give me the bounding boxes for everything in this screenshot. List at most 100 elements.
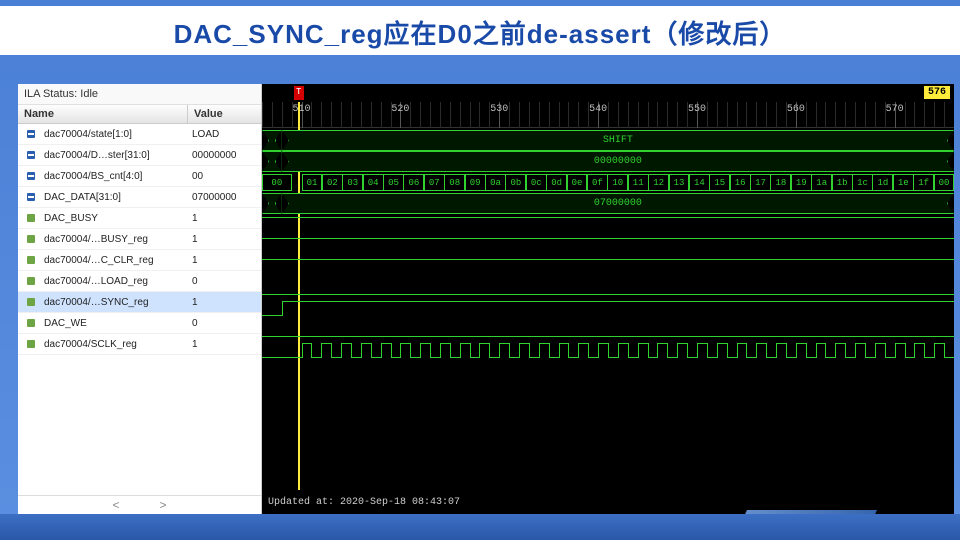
- bus-icon: [18, 151, 40, 159]
- hex-cell: 0e: [567, 174, 588, 191]
- signal-name: dac70004/BS_cnt[4:0]: [40, 171, 188, 182]
- signal-row[interactable]: dac70004/SCLK_reg 1: [18, 334, 261, 355]
- signal-value: 1: [188, 255, 261, 266]
- bus-value-label: SHIFT: [282, 130, 954, 151]
- cursor-position-badge: 576: [924, 86, 950, 99]
- ila-status: ILA Status: Idle: [18, 84, 261, 105]
- signal-value: 07000000: [188, 192, 261, 203]
- signal-name: DAC_DATA[31:0]: [40, 192, 188, 203]
- hex-cell: 00: [262, 174, 292, 191]
- signal-row[interactable]: dac70004/BS_cnt[4:0] 00: [18, 166, 261, 187]
- signal-icon: [18, 256, 40, 264]
- ila-viewer: ILA Status: Idle Name Value dac70004/sta…: [18, 84, 954, 514]
- signal-row[interactable]: dac70004/state[1:0] LOAD: [18, 124, 261, 145]
- ila-status-label: ILA Status:: [24, 88, 77, 100]
- hex-cell: 17: [750, 174, 771, 191]
- hex-cell: 0a: [485, 174, 506, 191]
- signal-name: dac70004/…LOAD_reg: [40, 276, 188, 287]
- hex-cell: 07: [424, 174, 445, 191]
- signal-value: 0: [188, 276, 261, 287]
- ruler-tick-label: 530: [490, 104, 508, 115]
- signal-name: dac70004/…C_CLR_reg: [40, 255, 188, 266]
- signal-row[interactable]: DAC_WE 0: [18, 313, 261, 334]
- signal-row[interactable]: dac70004/D…ster[31:0] 00000000: [18, 145, 261, 166]
- waveform-row[interactable]: 07000000: [262, 193, 954, 214]
- hex-cell: 19: [791, 174, 812, 191]
- waveform-row[interactable]: [262, 214, 954, 235]
- hex-cell: 0d: [546, 174, 567, 191]
- left-scroll[interactable]: < >: [18, 495, 261, 514]
- signal-name: DAC_BUSY: [40, 213, 188, 224]
- hex-cell: 05: [383, 174, 404, 191]
- hex-cell: 16: [730, 174, 751, 191]
- time-ruler[interactable]: 510520530540550560570: [262, 102, 954, 128]
- updated-timestamp: Updated at: 2020-Sep-18 08:43:07: [268, 497, 460, 508]
- ruler-tick-label: 560: [787, 104, 805, 115]
- waveform-panel[interactable]: 576 510520530540550560570 SHIFT000000000…: [262, 84, 954, 514]
- bus-icon: [18, 130, 40, 138]
- signal-row[interactable]: dac70004/…C_CLR_reg 1: [18, 250, 261, 271]
- hex-cell: 09: [465, 174, 486, 191]
- hex-cell: 0c: [526, 174, 547, 191]
- signal-icon: [18, 298, 40, 306]
- waveform-row[interactable]: 000102030405060708090a0b0c0d0e0f10111213…: [262, 172, 954, 193]
- signal-name: dac70004/SCLK_reg: [40, 339, 188, 350]
- waveform-row[interactable]: [262, 319, 954, 340]
- hex-cell: 18: [770, 174, 791, 191]
- hex-cell: 13: [669, 174, 690, 191]
- column-header: Name Value: [18, 105, 261, 124]
- hex-cell: 10: [607, 174, 628, 191]
- footer-bar: [0, 514, 960, 540]
- signal-value: 00: [188, 171, 261, 182]
- signal-list-panel: ILA Status: Idle Name Value dac70004/sta…: [18, 84, 262, 514]
- hex-cell: 1f: [913, 174, 934, 191]
- bus-icon: [18, 193, 40, 201]
- ruler-tick-label: 510: [293, 104, 311, 115]
- hex-cell: 00: [934, 174, 954, 191]
- signal-row[interactable]: dac70004/…SYNC_reg 1: [18, 292, 261, 313]
- hex-cell: 03: [342, 174, 363, 191]
- chevron-right-icon[interactable]: >: [160, 498, 167, 512]
- bus-value-label: 07000000: [282, 193, 954, 214]
- chevron-left-icon[interactable]: <: [112, 498, 119, 512]
- trigger-marker[interactable]: [294, 86, 304, 100]
- signal-row[interactable]: dac70004/…LOAD_reg 0: [18, 271, 261, 292]
- signal-row[interactable]: DAC_DATA[31:0] 07000000: [18, 187, 261, 208]
- hex-cell: 1a: [811, 174, 832, 191]
- signal-icon: [18, 214, 40, 222]
- signal-name: DAC_WE: [40, 318, 188, 329]
- waveform-row[interactable]: [262, 235, 954, 256]
- ruler-tick-label: 570: [886, 104, 904, 115]
- signal-value: 1: [188, 213, 261, 224]
- ruler-tick-label: 540: [589, 104, 607, 115]
- hex-cell: 12: [648, 174, 669, 191]
- signal-name: dac70004/D…ster[31:0]: [40, 150, 188, 161]
- signal-row[interactable]: DAC_BUSY 1: [18, 208, 261, 229]
- col-value[interactable]: Value: [188, 105, 261, 123]
- bus-value-label: 00000000: [282, 151, 954, 172]
- waveform-row[interactable]: [262, 340, 954, 361]
- hex-cell: 1c: [852, 174, 873, 191]
- hex-cell: 0f: [587, 174, 608, 191]
- signal-icon: [18, 319, 40, 327]
- hex-cell: 14: [689, 174, 710, 191]
- hex-cell: 11: [628, 174, 649, 191]
- waveform-row[interactable]: SHIFT: [262, 130, 954, 151]
- signal-icon: [18, 277, 40, 285]
- bus-icon: [18, 172, 40, 180]
- hex-cell: 1b: [832, 174, 853, 191]
- waveform-row[interactable]: [262, 256, 954, 277]
- signal-name: dac70004/state[1:0]: [40, 129, 188, 140]
- signal-row[interactable]: dac70004/…BUSY_reg 1: [18, 229, 261, 250]
- waveform-row[interactable]: [262, 298, 954, 319]
- waveform-row[interactable]: [262, 277, 954, 298]
- hex-cell: 06: [403, 174, 424, 191]
- waveform-row[interactable]: 00000000: [262, 151, 954, 172]
- hex-cell: 0b: [505, 174, 526, 191]
- col-name[interactable]: Name: [18, 105, 188, 123]
- hex-cell: 04: [363, 174, 384, 191]
- signal-name: dac70004/…SYNC_reg: [40, 297, 188, 308]
- hex-cell: 1e: [893, 174, 914, 191]
- signal-icon: [18, 340, 40, 348]
- ruler-tick-label: 550: [688, 104, 706, 115]
